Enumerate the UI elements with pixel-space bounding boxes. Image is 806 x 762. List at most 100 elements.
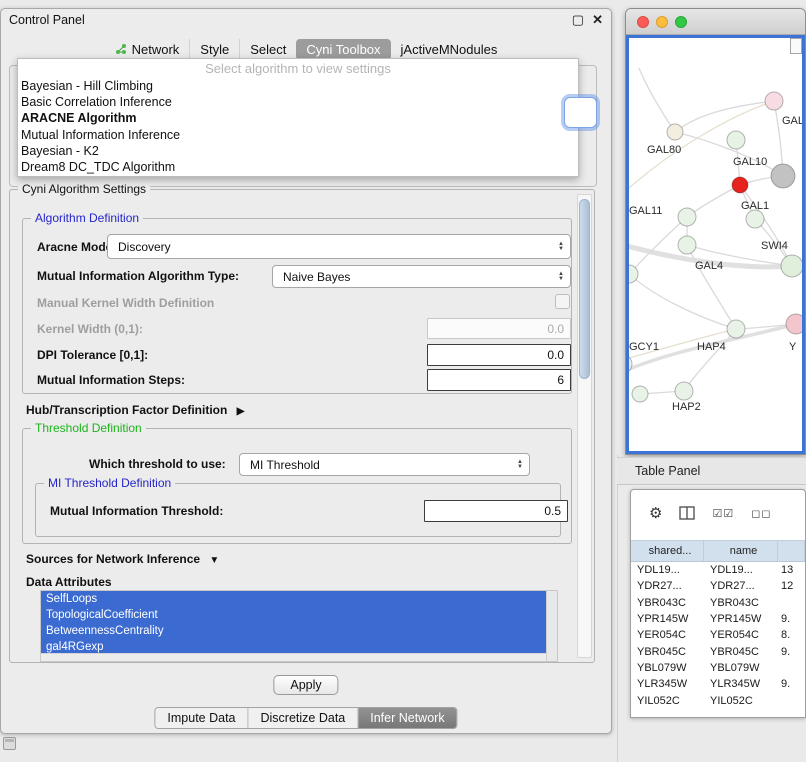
tab-style[interactable]: Style bbox=[189, 39, 239, 60]
network-node[interactable] bbox=[746, 210, 764, 228]
cell[interactable]: YPR145W bbox=[704, 613, 778, 625]
menu-item[interactable]: Basic Correlation Inference bbox=[18, 94, 578, 110]
menu-item[interactable]: Bayesian - Hill Climbing bbox=[18, 78, 578, 94]
sources-expander[interactable]: Sources for Network Inference ▼ bbox=[26, 552, 219, 566]
cell[interactable]: YIL052C bbox=[631, 695, 704, 707]
network-node-gal10[interactable] bbox=[771, 164, 795, 188]
deselect-all-icon[interactable]: ◻◻ bbox=[751, 507, 771, 520]
list-item[interactable]: SelfLoops bbox=[41, 591, 546, 607]
cell[interactable]: YER054C bbox=[704, 629, 778, 641]
network-node-gal1[interactable] bbox=[732, 177, 748, 193]
combo-arrows-icon: ▲▼ bbox=[513, 460, 529, 470]
network-node[interactable] bbox=[667, 124, 683, 140]
cell[interactable]: 9. bbox=[778, 678, 805, 690]
tab-jactivemnodules[interactable]: jActiveMNodules bbox=[391, 39, 508, 60]
cell[interactable]: 9. bbox=[778, 646, 805, 658]
gear-icon[interactable]: ⚙ bbox=[649, 504, 662, 522]
tab-cyni-toolbox[interactable]: Cyni Toolbox bbox=[296, 39, 390, 60]
table-row[interactable]: YLR345W YLR345W 9. bbox=[631, 676, 805, 692]
network-node-hap4[interactable] bbox=[727, 320, 745, 338]
float-window-icon[interactable]: ▢ bbox=[572, 12, 584, 28]
menu-item[interactable]: Bayesian - K2 bbox=[18, 143, 578, 159]
table-toolbar: ⚙ ☑☑ ◻◻ bbox=[631, 490, 805, 536]
cell[interactable]: YLR345W bbox=[631, 678, 704, 690]
zoom-traffic-light-icon[interactable] bbox=[675, 16, 687, 28]
settings-scrollbar[interactable] bbox=[577, 194, 592, 658]
mi-type-combo[interactable]: Naive Bayes ▲▼ bbox=[272, 265, 571, 288]
tab-network[interactable]: Network bbox=[105, 39, 190, 60]
column-header-shared[interactable]: shared... bbox=[631, 541, 704, 561]
menu-item[interactable]: Dream8 DC_TDC Algorithm bbox=[18, 159, 578, 175]
list-item[interactable]: BetweennessCentrality bbox=[41, 623, 546, 639]
table-row[interactable]: YBL079W YBL079W bbox=[631, 660, 805, 676]
cell[interactable]: 9. bbox=[778, 613, 805, 625]
cell[interactable]: YDL19... bbox=[704, 564, 778, 576]
table-row[interactable]: YDL19... YDL19... 13 bbox=[631, 562, 805, 578]
network-node-gal4[interactable] bbox=[678, 236, 696, 254]
cell[interactable]: YBL079W bbox=[631, 662, 704, 674]
network-node[interactable] bbox=[632, 386, 648, 402]
cell[interactable]: 13 bbox=[778, 564, 805, 576]
column-selector-icon[interactable] bbox=[679, 506, 695, 520]
which-threshold-combo[interactable]: MI Threshold ▲▼ bbox=[239, 453, 530, 476]
tab-select[interactable]: Select bbox=[239, 39, 296, 60]
algorithm-definition-group: Algorithm Definition Aracne Mode: Discov… bbox=[22, 218, 572, 394]
network-node-swi4[interactable] bbox=[781, 255, 803, 277]
network-node-gal80[interactable] bbox=[727, 131, 745, 149]
hub-definition-expander[interactable]: Hub/Transcription Factor Definition ▶ bbox=[26, 403, 244, 417]
node-label: SWI4 bbox=[761, 240, 788, 252]
cell[interactable]: YBR043C bbox=[631, 597, 704, 609]
mi-threshold-field[interactable] bbox=[424, 500, 568, 522]
table-row[interactable]: YER054C YER054C 8. bbox=[631, 627, 805, 643]
table-row[interactable]: YPR145W YPR145W 9. bbox=[631, 611, 805, 627]
tab-infer-network[interactable]: Infer Network bbox=[357, 708, 456, 728]
cell[interactable]: YIL052C bbox=[704, 695, 778, 707]
table-row[interactable]: YBR043C YBR043C bbox=[631, 595, 805, 611]
close-traffic-light-icon[interactable] bbox=[637, 16, 649, 28]
tab-discretize-data[interactable]: Discretize Data bbox=[248, 708, 358, 728]
cell[interactable]: YBR045C bbox=[704, 646, 778, 658]
panel-restore-icon[interactable] bbox=[3, 737, 16, 750]
network-edge bbox=[687, 245, 736, 329]
tab-impute-data[interactable]: Impute Data bbox=[155, 708, 247, 728]
table-row[interactable]: YBR045C YBR045C 9. bbox=[631, 643, 805, 659]
node-label: GAL11 bbox=[629, 205, 662, 217]
settings-scrollbar-thumb[interactable] bbox=[579, 199, 590, 379]
cell[interactable]: YBR043C bbox=[704, 597, 778, 609]
list-horizontal-scrollbar[interactable] bbox=[41, 653, 546, 661]
minimize-traffic-light-icon[interactable] bbox=[656, 16, 668, 28]
cell[interactable]: YBL079W bbox=[704, 662, 778, 674]
cell[interactable]: YDR27... bbox=[704, 580, 778, 592]
apply-button[interactable]: Apply bbox=[273, 675, 338, 695]
table-panel-bar: Table Panel bbox=[617, 457, 806, 485]
network-node-gal11[interactable] bbox=[678, 208, 696, 226]
menu-item-selected[interactable]: ARACNE Algorithm bbox=[18, 110, 578, 126]
column-header-name[interactable]: name bbox=[704, 541, 778, 561]
menu-item[interactable]: Mutual Information Inference bbox=[18, 127, 578, 143]
cell[interactable]: YLR345W bbox=[704, 678, 778, 690]
list-item[interactable]: TopologicalCoefficient bbox=[41, 607, 546, 623]
table-row[interactable]: YDR27... YDR27... 12 bbox=[631, 578, 805, 594]
cell[interactable]: YER054C bbox=[631, 629, 704, 641]
network-node-hap2[interactable] bbox=[675, 382, 693, 400]
aracne-mode-combo[interactable]: Discovery ▲▼ bbox=[107, 234, 571, 259]
close-icon[interactable]: ✕ bbox=[592, 12, 603, 28]
network-window-titlebar bbox=[626, 9, 805, 35]
list-vertical-scrollbar[interactable] bbox=[546, 591, 557, 661]
select-all-icon[interactable]: ☑☑ bbox=[712, 507, 734, 520]
canvas-corner-widget[interactable] bbox=[790, 38, 802, 54]
cell[interactable]: 8. bbox=[778, 629, 805, 641]
table-row[interactable]: YIL052C YIL052C bbox=[631, 692, 805, 708]
cell[interactable]: YDL19... bbox=[631, 564, 704, 576]
mi-steps-field[interactable] bbox=[427, 369, 571, 391]
algorithm-combo-stepper[interactable] bbox=[564, 97, 597, 128]
column-header[interactable] bbox=[778, 541, 805, 561]
cell[interactable]: YDR27... bbox=[631, 580, 704, 592]
network-node-y[interactable] bbox=[786, 314, 804, 334]
cell[interactable]: YPR145W bbox=[631, 613, 704, 625]
network-canvas[interactable]: GAL GAL80 GAL10 GAL1 GAL11 SWI4 GAL4 HAP… bbox=[626, 35, 805, 454]
network-node-gal[interactable] bbox=[765, 92, 783, 110]
cell[interactable]: 12 bbox=[778, 580, 805, 592]
dpi-tolerance-field[interactable] bbox=[427, 344, 571, 366]
cell[interactable]: YBR045C bbox=[631, 646, 704, 658]
